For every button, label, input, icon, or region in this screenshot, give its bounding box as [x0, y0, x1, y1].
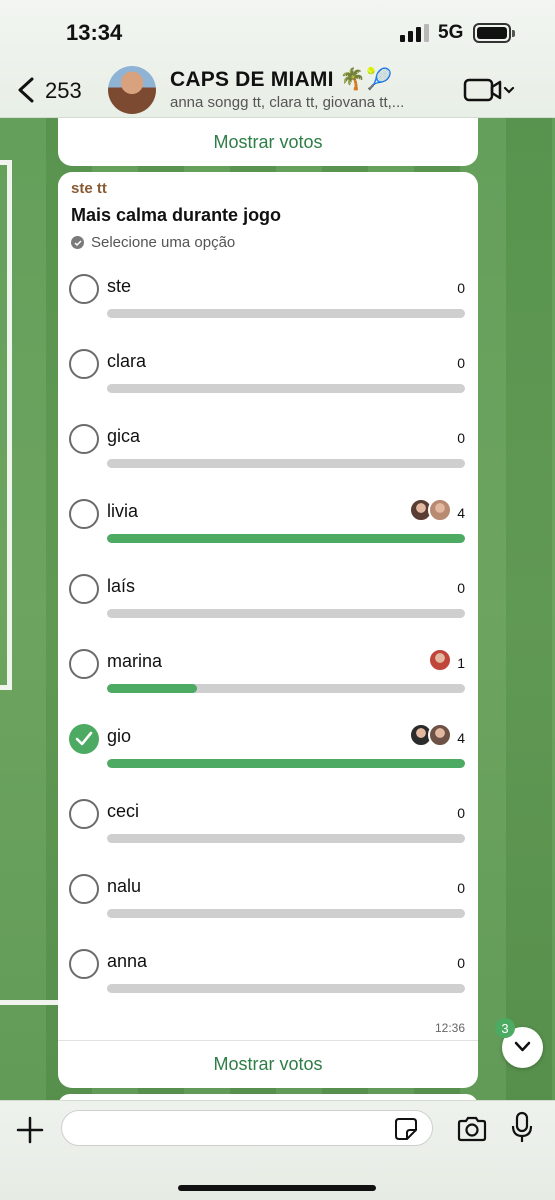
radio-icon[interactable]	[69, 574, 99, 604]
previous-poll-card: Mostrar votos	[58, 118, 478, 166]
poll-option-bar	[107, 459, 465, 468]
group-avatar[interactable]	[108, 66, 156, 114]
poll-option[interactable]: livia 4	[58, 498, 478, 558]
poll-option[interactable]: anna 0	[58, 948, 478, 1008]
show-votes-button[interactable]: Mostrar votos	[58, 1054, 478, 1075]
poll-option[interactable]: ste 0	[58, 273, 478, 333]
poll-option-bar	[107, 309, 465, 318]
poll-option-bar-fill	[107, 534, 465, 543]
signal-icon	[400, 24, 429, 42]
poll-hint: Selecione uma opção	[71, 234, 235, 251]
poll-option-count: 1	[457, 655, 465, 671]
radio-icon[interactable]	[69, 424, 99, 454]
group-title[interactable]: CAPS DE MIAMI 🌴🎾	[170, 68, 392, 92]
poll-option[interactable]: gica 0	[58, 423, 478, 483]
poll-option-count: 0	[457, 880, 465, 896]
chevron-down-icon	[514, 1041, 531, 1052]
poll-option[interactable]: gio 4	[58, 723, 478, 783]
unread-badge: 3	[495, 1018, 515, 1038]
radio-icon[interactable]	[69, 874, 99, 904]
radio-icon[interactable]	[69, 799, 99, 829]
message-composer	[0, 1100, 555, 1200]
poll-sender: ste tt	[71, 180, 107, 197]
poll-option-count: 0	[457, 805, 465, 821]
microphone-icon[interactable]	[510, 1111, 534, 1145]
sticker-icon[interactable]	[394, 1117, 418, 1141]
poll-option-count: 0	[457, 955, 465, 971]
poll-option-bar	[107, 534, 465, 543]
voter-avatars[interactable]	[409, 498, 452, 522]
poll-option-label: gica	[107, 426, 141, 446]
check-circle-icon	[71, 236, 84, 249]
poll-option-bar	[107, 684, 465, 693]
voter-avatars[interactable]	[409, 723, 452, 747]
radio-icon[interactable]	[69, 499, 99, 529]
poll-option-count: 4	[457, 730, 465, 746]
radio-icon[interactable]	[69, 349, 99, 379]
poll-option-label: gio	[107, 726, 132, 746]
network-label: 5G	[438, 22, 464, 43]
video-call-icon[interactable]	[463, 76, 517, 104]
chat-header: 13:34 5G 253 CAPS DE MIAMI 🌴🎾 anna songg…	[0, 0, 555, 118]
poll-option-bar	[107, 834, 465, 843]
poll-option-count: 4	[457, 505, 465, 521]
poll-option-bar	[107, 984, 465, 993]
poll-option-label: clara	[107, 351, 147, 371]
plus-icon[interactable]	[15, 1115, 45, 1145]
group-members[interactable]: anna songg tt, clara tt, giovana tt,...	[170, 94, 404, 111]
radio-icon[interactable]	[69, 274, 99, 304]
poll-option-label: laís	[107, 576, 136, 596]
camera-icon[interactable]	[456, 1115, 488, 1143]
poll-option-label: ceci	[107, 801, 140, 821]
poll-hint-text: Selecione uma opção	[91, 234, 236, 251]
poll-option[interactable]: marina 1	[58, 648, 478, 708]
poll-option-label: ste	[107, 276, 132, 296]
poll-option-bar	[107, 384, 465, 393]
poll-option-count: 0	[457, 430, 465, 446]
show-votes-button[interactable]: Mostrar votos	[58, 118, 478, 153]
poll-option-label: anna	[107, 951, 148, 971]
back-chevron-icon[interactable]	[14, 75, 42, 105]
message-time: 12:36	[434, 1021, 465, 1035]
status-time: 13:34	[66, 20, 123, 45]
radio-icon[interactable]	[69, 649, 99, 679]
poll-option[interactable]: nalu 0	[58, 873, 478, 933]
back-unread-count[interactable]: 253	[45, 78, 82, 104]
divider	[58, 1040, 478, 1041]
poll-option-bar-fill	[107, 759, 465, 768]
poll-option-label: marina	[107, 651, 163, 671]
voter-avatars[interactable]	[428, 648, 452, 672]
poll-option-count: 0	[457, 580, 465, 596]
voter-avatar	[428, 498, 452, 522]
poll-option-count: 0	[457, 355, 465, 371]
wallpaper-field-line	[0, 160, 12, 690]
poll-card: ste tt Mais calma durante jogo Selecione…	[58, 172, 478, 1088]
radio-icon[interactable]	[69, 949, 99, 979]
poll-option-bar	[107, 609, 465, 618]
poll-option-bar	[107, 759, 465, 768]
poll-option-label: nalu	[107, 876, 142, 896]
message-input[interactable]	[61, 1110, 433, 1146]
poll-option-bar	[107, 909, 465, 918]
battery-icon	[473, 23, 515, 43]
voter-avatar	[428, 648, 452, 672]
poll-option-count: 0	[457, 280, 465, 296]
poll-option[interactable]: clara 0	[58, 348, 478, 408]
poll-option[interactable]: ceci 0	[58, 798, 478, 858]
poll-question: Mais calma durante jogo	[71, 205, 282, 225]
poll-option[interactable]: laís 0	[58, 573, 478, 633]
poll-option-label: livia	[107, 501, 139, 521]
wallpaper-field-line	[0, 1000, 60, 1005]
poll-option-bar-fill	[107, 684, 197, 693]
voter-avatar	[428, 723, 452, 747]
checked-radio-icon[interactable]	[69, 724, 99, 754]
home-indicator	[178, 1185, 376, 1191]
